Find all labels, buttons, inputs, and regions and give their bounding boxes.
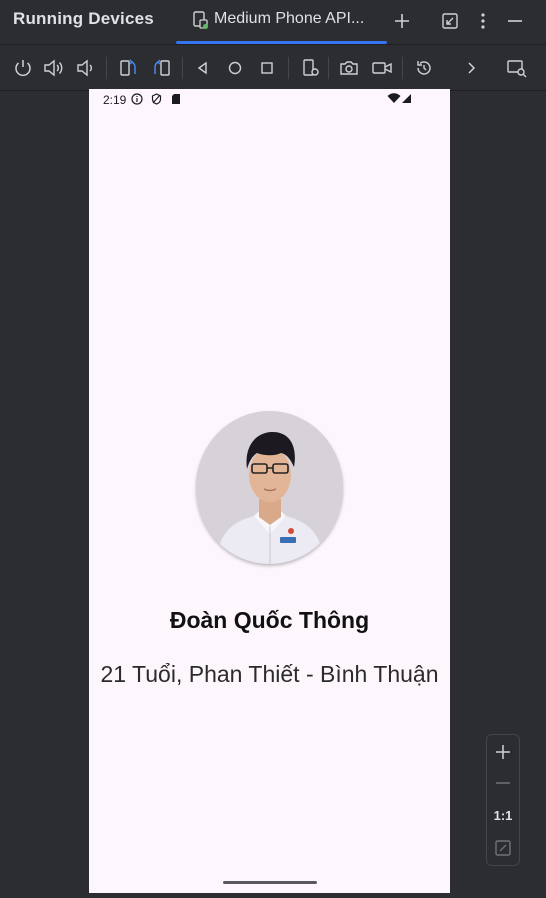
device-screen[interactable]: 2:19 Đoàn Quốc Thông 21 Tuổi, Phan Thiết… <box>89 89 450 893</box>
device-tab-icon <box>192 11 208 34</box>
toolbar-divider <box>182 57 183 79</box>
zoom-ratio-label: 1:1 <box>493 807 513 823</box>
overview-icon[interactable] <box>254 55 280 81</box>
back-icon[interactable] <box>190 55 216 81</box>
home-icon[interactable] <box>222 55 248 81</box>
power-icon[interactable] <box>10 55 36 81</box>
cellular-signal-icon <box>402 94 411 103</box>
device-settings-icon[interactable] <box>298 55 324 81</box>
tool-window-header: Running Devices Medium Phone API... <box>0 0 546 44</box>
device-tab-label: Medium Phone API... <box>214 10 365 27</box>
profile-name: Đoàn Quốc Thông <box>169 607 370 633</box>
toolbar-divider <box>288 57 289 79</box>
volume-up-icon[interactable] <box>41 55 67 81</box>
zoom-out-icon[interactable] <box>487 770 519 796</box>
device-toolbar <box>0 44 546 91</box>
zoom-fit-icon[interactable] <box>487 835 519 861</box>
minimize-icon[interactable] <box>502 8 528 34</box>
toolbar-divider <box>328 57 329 79</box>
more-chevron-icon[interactable] <box>458 55 484 81</box>
restore-window-icon[interactable] <box>437 8 463 34</box>
sd-card-icon <box>172 94 180 104</box>
profile-photo <box>196 411 343 564</box>
more-options-icon[interactable] <box>470 8 496 34</box>
status-bar: 2:19 <box>89 89 450 111</box>
screen-record-icon[interactable] <box>369 55 395 81</box>
volume-down-icon[interactable] <box>73 55 99 81</box>
gesture-navigation-bar[interactable] <box>223 881 317 884</box>
toolbar-divider <box>402 57 403 79</box>
status-time: 2:19 <box>103 93 127 107</box>
profile-info: 21 Tuổi, Phan Thiết - Bình Thuận <box>100 661 439 687</box>
zoom-in-icon[interactable] <box>487 739 519 765</box>
zoom-controls: 1:1 <box>486 734 520 866</box>
info-icon <box>131 93 143 105</box>
rotate-left-icon[interactable] <box>115 55 141 81</box>
add-device-button[interactable] <box>389 8 415 34</box>
shield-icon <box>151 93 162 105</box>
mirror-device-icon[interactable] <box>504 55 530 81</box>
toolbar-divider <box>106 57 107 79</box>
wifi-icon <box>387 93 401 103</box>
device-tab[interactable]: Medium Phone API... <box>176 0 387 44</box>
snapshot-restore-icon[interactable] <box>411 55 437 81</box>
zoom-actual-size-button[interactable]: 1:1 <box>487 802 519 828</box>
panel-title: Running Devices <box>13 9 154 28</box>
rotate-right-icon[interactable] <box>149 55 175 81</box>
screenshot-icon[interactable] <box>336 55 362 81</box>
